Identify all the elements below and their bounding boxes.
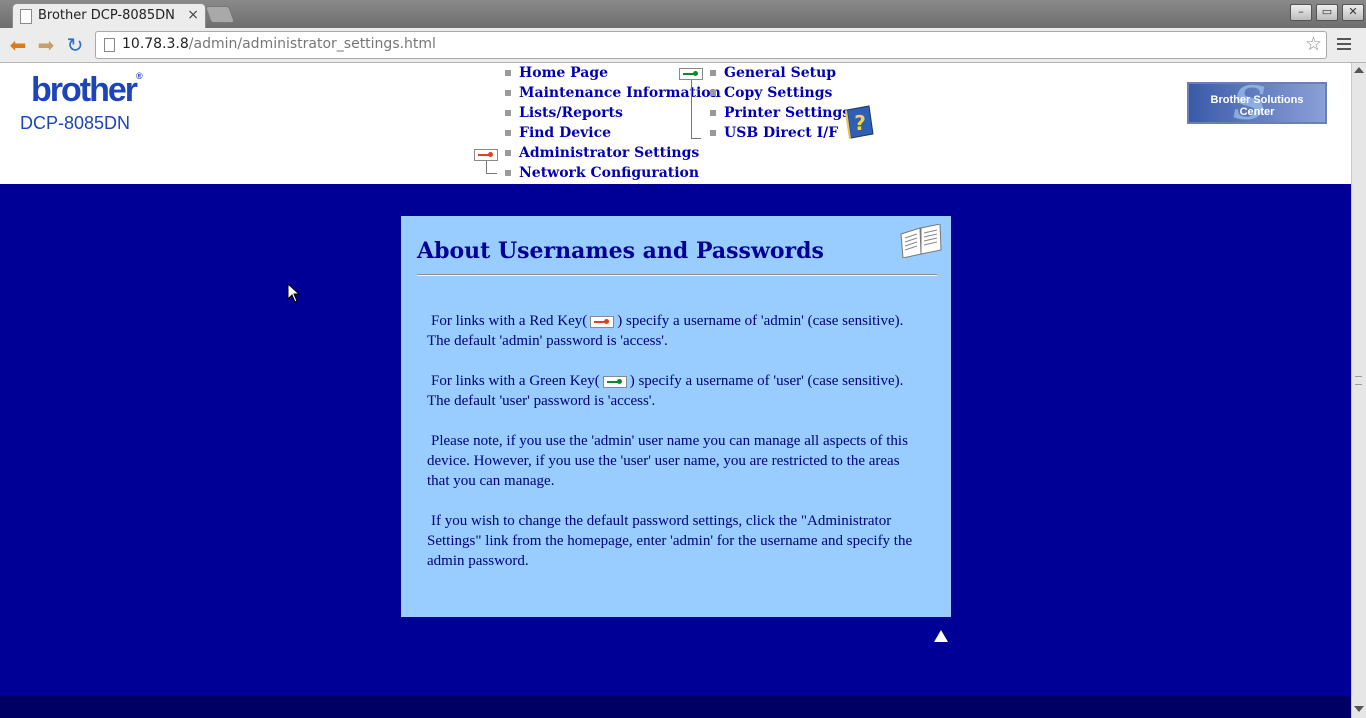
page-icon: [20, 9, 32, 24]
model-name: DCP-8085DN: [20, 113, 131, 133]
nav-home-page[interactable]: Home Page: [519, 65, 608, 81]
tree-connector: [486, 161, 497, 174]
forward-button[interactable]: ➡: [35, 34, 57, 56]
about-panel: About Usernames and Passwords For links …: [401, 216, 951, 617]
back-button[interactable]: ⬅: [7, 34, 29, 56]
browser-toolbar: ⬅ ➡ ↻ 10.78.3.8/admin/administrator_sett…: [0, 28, 1366, 63]
green-key-icon: [602, 376, 627, 388]
reload-icon: ↻: [66, 33, 84, 57]
nav-network-configuration[interactable]: Network Configuration: [519, 165, 699, 181]
brother-logo: brother®: [31, 71, 143, 109]
scroll-up-arrow-icon[interactable]: [1354, 67, 1364, 73]
star-icon[interactable]: ☆: [1305, 33, 1322, 55]
nav-printer-settings[interactable]: Printer Settings: [724, 105, 850, 121]
green-key-icon: [679, 68, 703, 80]
nav-usb-direct-if[interactable]: USB Direct I/F: [724, 125, 838, 141]
solutions-center-link[interactable]: S Brother Solutions Center: [1187, 82, 1327, 124]
browser-tab[interactable]: Brother DCP-8085DN ×: [12, 3, 206, 29]
new-tab-button[interactable]: [204, 6, 236, 23]
paragraph-red-key: For links with a Red Key() specify a use…: [427, 313, 904, 349]
url-path: /admin/administrator_settings.html: [188, 36, 436, 52]
browser-titlebar: Brother DCP-8085DN × – ▭ ✕: [0, 0, 1366, 29]
bullet: [710, 110, 716, 116]
nav-general-setup[interactable]: General Setup: [724, 65, 836, 81]
bullet: [710, 90, 716, 96]
bullet: [710, 70, 716, 76]
page-header: brother® DCP-8085DN Home Page Maintenanc…: [0, 63, 1351, 184]
url-text: 10.78.3.8/admin/administrator_settings.h…: [122, 36, 436, 52]
minimize-button[interactable]: –: [1290, 4, 1312, 21]
nav-administrator-settings[interactable]: Administrator Settings: [519, 145, 699, 161]
red-key-icon: [590, 316, 615, 328]
tab-close-button[interactable]: ×: [187, 7, 199, 23]
back-to-top-icon[interactable]: [934, 630, 948, 642]
scroll-grip[interactable]: [1355, 376, 1362, 385]
url-host: 10.78.3.8: [122, 36, 189, 52]
address-bar[interactable]: 10.78.3.8/admin/administrator_settings.h…: [95, 31, 1327, 59]
page-title: About Usernames and Passwords: [417, 238, 824, 264]
footer-band: [0, 696, 1351, 718]
nav-lists-reports[interactable]: Lists/Reports: [519, 105, 623, 121]
help-book-icon[interactable]: ?: [843, 104, 875, 140]
bullet: [505, 90, 511, 96]
nav-copy-settings[interactable]: Copy Settings: [724, 85, 832, 101]
back-arrow-icon: ⬅: [9, 33, 27, 57]
maximize-button[interactable]: ▭: [1316, 4, 1338, 21]
red-key-icon: [474, 149, 498, 161]
title-divider: [417, 274, 937, 276]
paragraph-admin-note: Please note, if you use the 'admin' user…: [427, 433, 908, 489]
close-window-button[interactable]: ✕: [1342, 4, 1364, 21]
bullet: [505, 130, 511, 136]
nav-find-device[interactable]: Find Device: [519, 125, 611, 141]
tree-connector: [691, 80, 701, 139]
svg-text:?: ?: [854, 111, 866, 135]
forward-arrow-icon: ➡: [37, 33, 55, 57]
bullet: [505, 70, 511, 76]
bullet: [505, 170, 511, 176]
solutions-center-label: Brother Solutions Center: [1210, 94, 1304, 118]
mouse-cursor-icon: [287, 283, 301, 303]
page-icon: [104, 38, 115, 52]
vertical-scrollbar[interactable]: [1351, 63, 1366, 718]
bullet: [505, 110, 511, 116]
tab-title: Brother DCP-8085DN: [38, 8, 175, 23]
paragraph-green-key: For links with a Green Key() specify a u…: [427, 373, 904, 409]
menu-icon[interactable]: [1337, 36, 1351, 52]
paragraph-change-password: If you wish to change the default passwo…: [427, 513, 913, 569]
open-book-icon: [900, 224, 942, 258]
bullet: [505, 150, 511, 156]
bullet: [710, 130, 716, 136]
scroll-down-arrow-icon[interactable]: [1354, 706, 1364, 712]
reload-button[interactable]: ↻: [64, 34, 86, 56]
